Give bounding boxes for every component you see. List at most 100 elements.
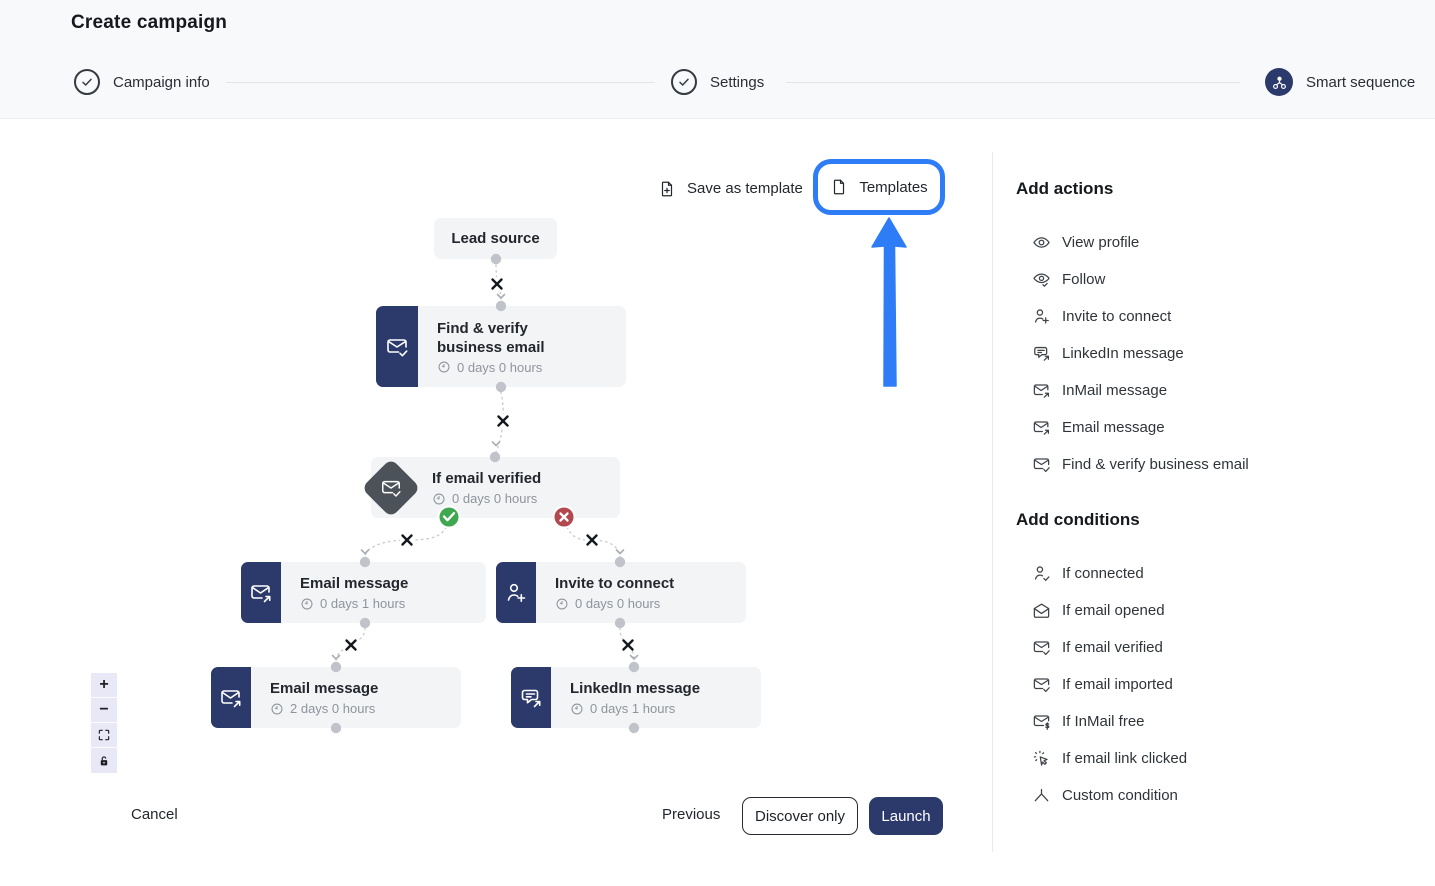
mail-open-icon [1032, 601, 1051, 620]
page-title: Create campaign [71, 12, 227, 34]
clock-icon [300, 597, 314, 611]
cancel-button[interactable]: Cancel [131, 806, 178, 823]
annotation-arrow-icon [868, 217, 912, 387]
condition-item-if-email-opened[interactable]: If email opened [993, 592, 1435, 629]
actions-list: View profile Follow Invite to connect Li… [993, 224, 1435, 483]
stepper-step-settings[interactable]: Settings [671, 69, 764, 95]
chat-arrow-icon [1032, 344, 1051, 363]
mail-arrow-icon [241, 562, 281, 623]
discover-only-button[interactable]: Discover only [742, 797, 858, 835]
mail-arrow-icon [1032, 381, 1051, 400]
action-item-inmail-message[interactable]: InMail message [993, 372, 1435, 409]
node-title: business email [437, 338, 545, 357]
minus-icon: − [99, 701, 108, 719]
node-title: Email message [300, 574, 408, 593]
mail-check-icon [376, 306, 418, 387]
action-item-invite-to-connect[interactable]: Invite to connect [993, 298, 1435, 335]
flow-node-email-message-1[interactable]: Email message 0 days 1 hours [241, 562, 486, 623]
flow-node-find-verify-email[interactable]: Find & verify business email 0 days 0 ho… [376, 306, 626, 387]
person-plus-icon [496, 562, 536, 623]
condition-item-if-connected[interactable]: If connected [993, 555, 1435, 592]
flow-node-invite-to-connect[interactable]: Invite to connect 0 days 0 hours [496, 562, 746, 623]
node-title: Invite to connect [555, 574, 674, 593]
clock-icon [270, 702, 284, 716]
condition-item-if-email-verified[interactable]: If email verified [993, 629, 1435, 666]
previous-button[interactable]: Previous [662, 806, 720, 823]
page-header: Create campaign Campaign info Settings S… [0, 0, 1435, 119]
step-check-icon [74, 69, 100, 95]
step-label: Settings [710, 74, 764, 91]
node-delay: 2 days 0 hours [290, 701, 375, 716]
templates-label: Templates [859, 179, 927, 196]
canvas-zoom-panel: + − [91, 673, 117, 773]
node-title: Email message [270, 679, 378, 698]
zoom-out-button[interactable]: − [91, 698, 117, 723]
mail-dollar-icon [1032, 712, 1051, 731]
plus-icon: + [99, 676, 108, 694]
action-item-follow[interactable]: Follow [993, 261, 1435, 298]
stepper-line [226, 82, 655, 83]
person-plus-icon [1032, 307, 1051, 326]
fit-view-button[interactable] [91, 723, 117, 748]
eye-check-icon [1032, 270, 1051, 289]
conditions-list: If connected If email opened If email ve… [993, 555, 1435, 814]
launch-button[interactable]: Launch [869, 797, 943, 835]
node-title: Lead source [451, 230, 539, 247]
node-delay: 0 days 0 hours [457, 360, 542, 375]
flow-node-email-message-2[interactable]: Email message 2 days 0 hours [211, 667, 461, 728]
mail-arrow-icon [211, 667, 251, 728]
condition-item-if-email-link-clicked[interactable]: If email link clicked [993, 740, 1435, 777]
chat-arrow-icon [511, 667, 551, 728]
node-delay: 0 days 0 hours [575, 596, 660, 611]
lock-button[interactable] [91, 748, 117, 773]
stepper-line [786, 82, 1240, 83]
stepper-step-campaign-info[interactable]: Campaign info [74, 69, 210, 95]
lock-icon [97, 754, 111, 768]
mail-check-icon [1032, 455, 1051, 474]
eye-icon [1032, 233, 1051, 252]
cursor-click-icon [1032, 749, 1051, 768]
node-title: Find & verify [437, 319, 545, 338]
flow-node-linkedin-message[interactable]: LinkedIn message 0 days 1 hours [511, 667, 761, 728]
mail-arrow-icon [1032, 418, 1051, 437]
add-actions-heading: Add actions [993, 152, 1435, 199]
actions-sidebar: Add actions View profile Follow Invite t… [992, 152, 1435, 852]
flow-connectors [0, 0, 1000, 886]
condition-item-if-email-imported[interactable]: If email imported [993, 666, 1435, 703]
branch-icon [1032, 786, 1051, 805]
save-as-template-label: Save as template [687, 180, 803, 197]
file-plus-icon [658, 180, 676, 198]
node-delay: 0 days 1 hours [590, 701, 675, 716]
clock-icon [555, 597, 569, 611]
condition-item-custom-condition[interactable]: Custom condition [993, 777, 1435, 814]
clock-icon [432, 492, 446, 506]
smart-sequence-icon [1265, 68, 1293, 96]
person-check-icon [1032, 564, 1051, 583]
clock-icon [570, 702, 584, 716]
templates-button[interactable]: Templates [830, 178, 927, 196]
action-item-view-profile[interactable]: View profile [993, 224, 1435, 261]
step-label: Campaign info [113, 74, 210, 91]
node-title: If email verified [432, 469, 541, 488]
node-delay: 0 days 0 hours [452, 491, 537, 506]
stepper-step-smart-sequence[interactable]: Smart sequence [1265, 68, 1415, 96]
fit-view-icon [97, 728, 111, 742]
flow-node-lead-source[interactable]: Lead source [434, 218, 557, 259]
templates-button-highlight: Templates [813, 159, 945, 215]
step-check-icon [671, 69, 697, 95]
create-campaign-page: Create campaign Campaign info Settings S… [0, 0, 1435, 886]
mail-check-icon [1032, 638, 1051, 657]
zoom-in-button[interactable]: + [91, 673, 117, 698]
add-conditions-heading: Add conditions [993, 483, 1435, 530]
condition-item-if-inmail-free[interactable]: If InMail free [993, 703, 1435, 740]
save-as-template-button[interactable]: Save as template [658, 172, 803, 205]
mail-check-icon [380, 477, 402, 499]
node-title: LinkedIn message [570, 679, 700, 698]
action-item-find-verify-email[interactable]: Find & verify business email [993, 446, 1435, 483]
action-item-email-message[interactable]: Email message [993, 409, 1435, 446]
file-icon [830, 178, 848, 196]
mail-check-icon [1032, 675, 1051, 694]
clock-icon [437, 360, 451, 374]
step-label: Smart sequence [1306, 74, 1415, 91]
action-item-linkedin-message[interactable]: LinkedIn message [993, 335, 1435, 372]
